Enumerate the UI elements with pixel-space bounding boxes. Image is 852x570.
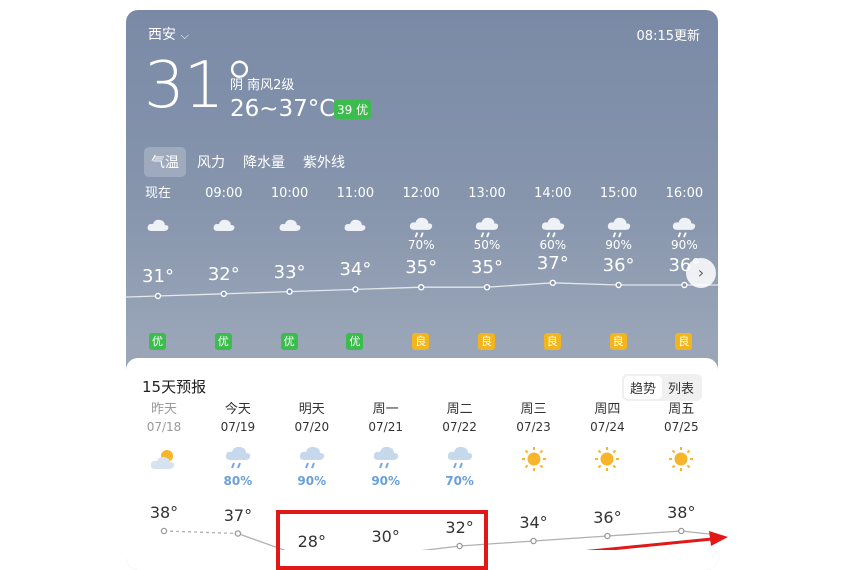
red-arrow-annotation xyxy=(585,531,728,550)
